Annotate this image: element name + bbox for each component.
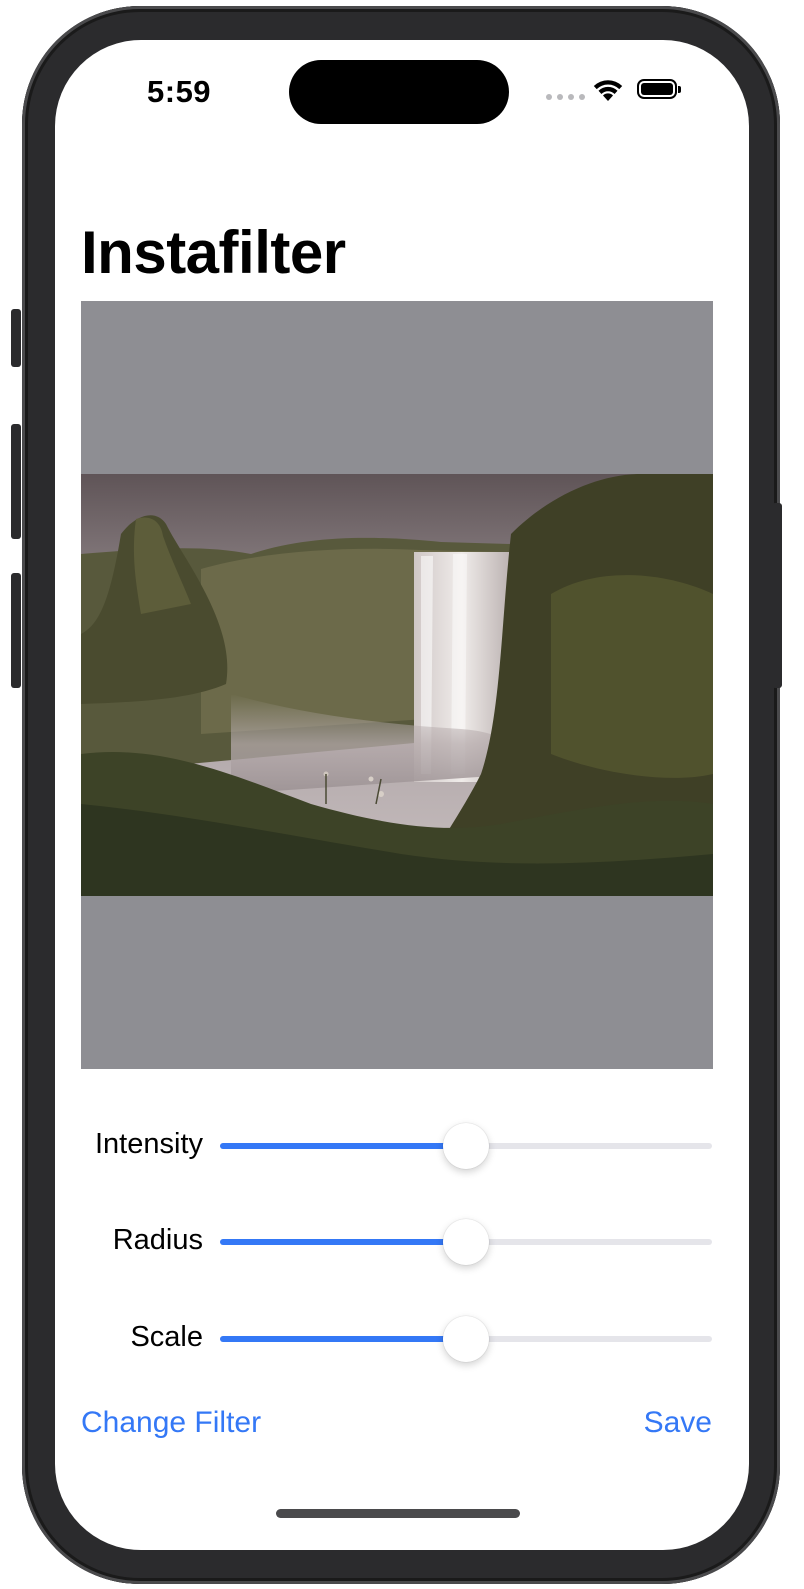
change-filter-button[interactable]: Change Filter [81,1406,261,1440]
intensity-slider-fill [220,1143,466,1149]
dynamic-island [289,60,509,124]
volume-up-button [11,424,21,539]
wifi-icon [593,80,623,101]
scale-slider[interactable] [220,1316,712,1362]
cellular-signal-icon [546,94,585,100]
power-button [772,503,782,688]
scale-slider-fill [220,1336,466,1342]
home-indicator [276,1509,520,1518]
image-preview[interactable] [81,301,713,1069]
scale-slider-row: Scale [55,1313,749,1363]
intensity-label: Intensity [95,1128,203,1160]
radius-label: Radius [112,1224,203,1256]
radius-slider-fill [220,1239,466,1245]
status-time: 5:59 [147,74,212,109]
intensity-slider[interactable] [220,1123,712,1169]
radius-slider-thumb[interactable] [443,1219,489,1265]
screen: 5:59 Instafilter Intensity Radius Scale … [55,40,749,1550]
save-button[interactable]: Save [644,1406,712,1440]
waterfall-photo [81,474,713,896]
intensity-slider-row: Intensity [55,1120,749,1170]
battery-icon [637,79,681,99]
scale-slider-thumb[interactable] [443,1316,489,1362]
scale-label: Scale [130,1321,203,1353]
action-button [11,309,21,367]
volume-down-button [11,573,21,688]
radius-slider-row: Radius [55,1216,749,1266]
intensity-slider-thumb[interactable] [443,1123,489,1169]
page-title: Instafilter [81,219,346,286]
radius-slider[interactable] [220,1219,712,1265]
